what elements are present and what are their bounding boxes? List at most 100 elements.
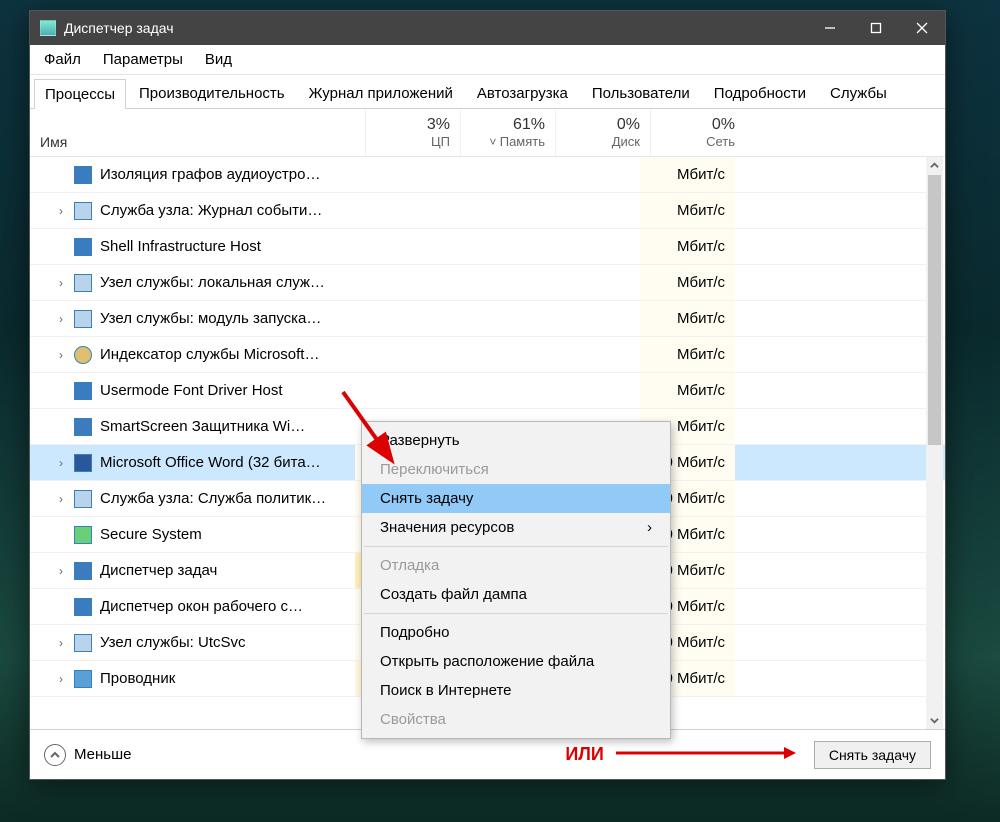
menu-options[interactable]: Параметры: [103, 51, 183, 68]
cell-network: Мбит/с: [640, 373, 735, 408]
expand-icon[interactable]: ›: [50, 456, 72, 470]
expand-icon[interactable]: ›: [50, 564, 72, 578]
cell-memory: [450, 157, 545, 192]
expand-icon[interactable]: ›: [50, 492, 72, 506]
process-row[interactable]: Usermode Font Driver HostМбит/с: [30, 373, 945, 409]
context-menu-item[interactable]: Открыть расположение файла: [362, 647, 670, 676]
tab-apphistory[interactable]: Журнал приложений: [298, 78, 464, 108]
process-row[interactable]: › Узел службы: модуль запуска… Мбит/с: [30, 301, 945, 337]
maximize-button[interactable]: [853, 11, 899, 45]
menu-file[interactable]: Файл: [44, 51, 81, 68]
col-cpu[interactable]: 3% ЦП: [365, 109, 460, 156]
app-icon: [40, 20, 56, 36]
tab-performance[interactable]: Производительность: [128, 78, 296, 108]
process-row[interactable]: ›Служба узла: Журнал событи…Мбит/с: [30, 193, 945, 229]
task-manager-window: Диспетчер задач Файл Параметры Вид Проце…: [29, 10, 946, 780]
context-menu-item[interactable]: Снять задачу: [362, 484, 670, 513]
cell-disk: [545, 157, 640, 192]
expand-icon[interactable]: ›: [50, 636, 72, 650]
expand-icon[interactable]: ›: [50, 276, 72, 290]
process-icon: [74, 202, 92, 220]
context-menu-item[interactable]: Развернуть: [362, 426, 670, 455]
desktop-background: AlexZsoft.ru Диспетчер задач Файл Параме…: [0, 0, 1000, 822]
process-row[interactable]: Shell Infrastructure HostМбит/с: [30, 229, 945, 265]
context-menu-item: Отладка: [362, 551, 670, 580]
process-name: Shell Infrastructure Host: [100, 238, 355, 255]
tab-users[interactable]: Пользователи: [581, 78, 701, 108]
col-memory[interactable]: 61% Память: [460, 109, 555, 156]
cell-cpu: [355, 157, 450, 192]
expand-icon[interactable]: ›: [50, 348, 72, 362]
process-icon: [74, 166, 92, 184]
process-name: Служба узла: Журнал событи…: [100, 202, 355, 219]
chevron-up-icon: [44, 744, 66, 766]
cell-cpu: [355, 229, 450, 264]
context-menu-item[interactable]: Подробно: [362, 618, 670, 647]
context-menu: РазвернутьПереключитьсяСнять задачуЗначе…: [361, 421, 671, 739]
minimize-button[interactable]: [807, 11, 853, 45]
cell-memory: [450, 229, 545, 264]
cell-disk: [545, 301, 640, 336]
cell-network: Мбит/с: [640, 157, 735, 192]
process-name: Проводник: [100, 670, 355, 687]
cell-network: Мбит/с: [640, 301, 735, 336]
menu-separator: [364, 546, 668, 547]
process-name: Microsoft Office Word (32 бита…: [100, 454, 355, 471]
process-row[interactable]: › Узел службы: локальная служ… Мбит/с: [30, 265, 945, 301]
tab-processes[interactable]: Процессы: [34, 79, 126, 109]
expand-icon[interactable]: ›: [50, 672, 72, 686]
column-headers: Имя 3% ЦП 61% Память 0% Диск 0% Сеть: [30, 109, 945, 157]
end-task-button[interactable]: Снять задачу: [814, 741, 931, 769]
cell-cpu: [355, 373, 450, 408]
col-disk[interactable]: 0% Диск: [555, 109, 650, 156]
process-name: Диспетчер задач: [100, 562, 355, 579]
process-icon: [74, 670, 92, 688]
scroll-down-button[interactable]: [926, 712, 943, 729]
context-menu-item[interactable]: Создать файл дампа: [362, 580, 670, 609]
titlebar[interactable]: Диспетчер задач: [30, 11, 945, 45]
chevron-right-icon: ›: [647, 519, 652, 536]
process-name: Узел службы: локальная служ…: [100, 274, 355, 291]
scrollbar[interactable]: [926, 157, 943, 729]
annotation-or: ИЛИ: [565, 744, 604, 765]
col-network[interactable]: 0% Сеть: [650, 109, 745, 156]
cell-memory: [450, 301, 545, 336]
expand-icon[interactable]: ›: [50, 312, 72, 326]
context-menu-item[interactable]: Значения ресурсов›: [362, 513, 670, 542]
cell-cpu: [355, 193, 450, 228]
cell-disk: [545, 265, 640, 300]
process-name: Узел службы: модуль запуска…: [100, 310, 355, 327]
cell-network: Мбит/с: [640, 265, 735, 300]
tabbar: Процессы Производительность Журнал прило…: [30, 75, 945, 109]
cell-cpu: [355, 337, 450, 372]
cell-disk: [545, 193, 640, 228]
menubar: Файл Параметры Вид: [30, 45, 945, 75]
cell-memory: [450, 337, 545, 372]
process-icon: [74, 310, 92, 328]
menu-view[interactable]: Вид: [205, 51, 232, 68]
col-name[interactable]: Имя: [30, 109, 365, 156]
cell-memory: [450, 193, 545, 228]
cell-disk: [545, 373, 640, 408]
cell-disk: [545, 229, 640, 264]
fewer-details-button[interactable]: Меньше: [44, 744, 131, 766]
tab-services[interactable]: Службы: [819, 78, 898, 108]
process-name: Служба узла: Служба политик…: [100, 490, 355, 507]
menu-separator: [364, 613, 668, 614]
tab-details[interactable]: Подробности: [703, 78, 817, 108]
process-icon: [74, 274, 92, 292]
process-row[interactable]: ›Индексатор службы Microsoft…Мбит/с: [30, 337, 945, 373]
cell-network: Мбит/с: [640, 337, 735, 372]
process-icon: [74, 454, 92, 472]
process-icon: [74, 238, 92, 256]
process-name: Узел службы: UtcSvc: [100, 634, 355, 651]
scroll-thumb[interactable]: [928, 175, 941, 445]
scroll-up-button[interactable]: [926, 157, 943, 174]
process-row[interactable]: Изоляция графов аудиоустро… Мбит/с: [30, 157, 945, 193]
expand-icon[interactable]: ›: [50, 204, 72, 218]
context-menu-item[interactable]: Поиск в Интернете: [362, 676, 670, 705]
process-icon: [74, 382, 92, 400]
tab-startup[interactable]: Автозагрузка: [466, 78, 579, 108]
process-name: Изоляция графов аудиоустро…: [100, 166, 355, 183]
close-button[interactable]: [899, 11, 945, 45]
